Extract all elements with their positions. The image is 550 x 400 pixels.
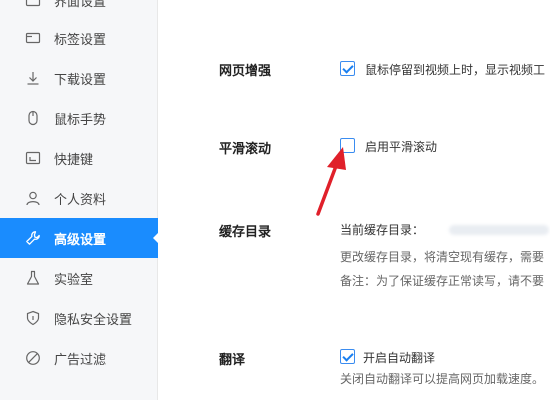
cache-dir-change-note: 更改缓存目录，将清空现有缓存，需要 <box>340 250 545 264</box>
user-icon <box>25 190 41 206</box>
mouse-icon <box>25 110 41 126</box>
auto-translate-checkbox[interactable] <box>340 349 355 364</box>
sidebar-item-lab[interactable]: 实验室 <box>0 258 158 298</box>
window-icon <box>25 0 41 8</box>
settings-content: 网页增强 鼠标停留到视频上时，显示视频工 平滑滚动 启用平滑滚动 缓存目录 当前… <box>159 0 550 400</box>
sidebar-item-shortcuts[interactable]: 快捷键 <box>0 138 158 178</box>
auto-translate-note: 关闭自动翻译可以提高网页加载速度。 <box>340 372 545 386</box>
sidebar-item-download[interactable]: 下载设置 <box>0 58 158 98</box>
video-toolbar-checkbox[interactable] <box>340 61 355 76</box>
sidebar-item-label: 下载设置 <box>54 73 107 88</box>
sidebar-item-label: 鼠标手势 <box>54 113 107 128</box>
sidebar-item-label: 高级设置 <box>54 233 107 248</box>
sidebar-item-profile[interactable]: 个人资料 <box>0 178 158 218</box>
sidebar-item-label: 界面设置 <box>54 0 107 10</box>
translate-title: 翻译 <box>219 353 246 368</box>
shield-icon <box>25 310 41 326</box>
tab-icon <box>25 30 41 46</box>
sidebar-item-label: 标签设置 <box>54 33 107 48</box>
video-toolbar-label: 鼠标停留到视频上时，显示视频工 <box>365 63 546 77</box>
sidebar-item-interface[interactable]: 界面设置 <box>0 0 158 20</box>
keyboard-icon <box>25 150 41 166</box>
sidebar-item-mouse-gesture[interactable]: 鼠标手势 <box>0 98 158 138</box>
settings-sidebar: 界面设置 标签设置 下载设置 鼠标手势 快捷键 个人资料 高级设置 实验室 隐私… <box>0 0 158 400</box>
download-icon <box>25 70 41 86</box>
cache-dir-title: 缓存目录 <box>219 225 272 240</box>
smooth-scroll-label: 启用平滑滚动 <box>365 140 438 154</box>
cache-dir-current-label: 当前缓存目录： <box>340 223 425 237</box>
sidebar-item-label: 广告过滤 <box>54 353 107 368</box>
sidebar-item-label: 快捷键 <box>54 153 94 168</box>
sidebar-item-label: 个人资料 <box>54 193 107 208</box>
wrench-icon <box>25 230 41 246</box>
smooth-scroll-title: 平滑滚动 <box>219 142 272 157</box>
web-enhance-title: 网页增强 <box>219 64 272 79</box>
smooth-scroll-checkbox[interactable] <box>340 138 355 153</box>
sidebar-item-label: 实验室 <box>54 273 94 288</box>
cache-dir-remark: 备注：为了保证缓存正常读写，请不要 <box>340 274 545 288</box>
sidebar-item-label: 隐私安全设置 <box>54 313 133 328</box>
cache-dir-path-redacted <box>449 225 549 235</box>
sidebar-item-privacy[interactable]: 隐私安全设置 <box>0 298 158 338</box>
sidebar-item-adblock[interactable]: 广告过滤 <box>0 338 158 378</box>
flask-icon <box>25 270 41 286</box>
auto-translate-label: 开启自动翻译 <box>363 351 436 365</box>
sidebar-item-advanced[interactable]: 高级设置 <box>0 218 158 258</box>
sidebar-item-tabs[interactable]: 标签设置 <box>0 18 158 58</box>
block-icon <box>25 350 41 366</box>
